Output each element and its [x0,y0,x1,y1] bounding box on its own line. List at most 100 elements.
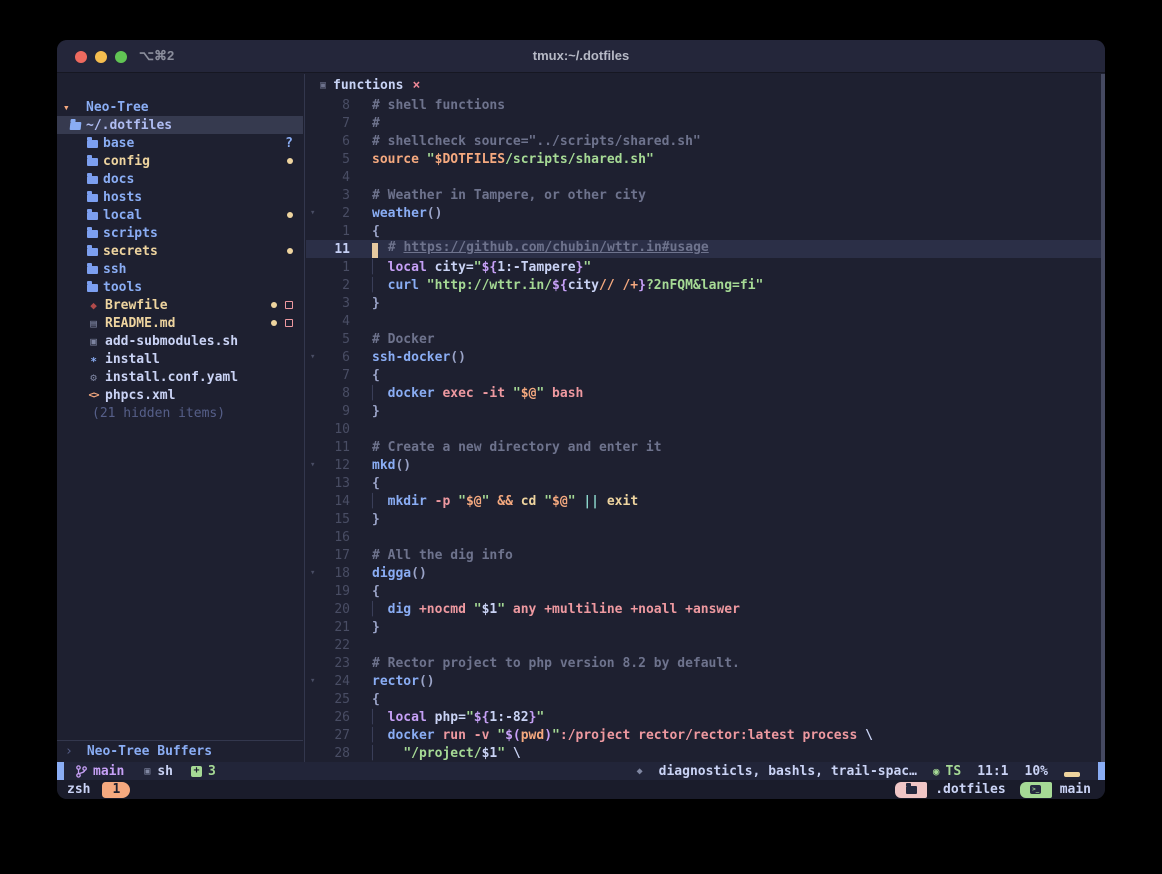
code-line-25[interactable]: 16 [306,528,1105,546]
code-line-13[interactable]: 4 [306,312,1105,330]
code-line-7[interactable]: ▾2weather() [306,204,1105,222]
tree-item-scripts[interactable]: scripts [57,224,303,242]
line-text: { [372,584,380,599]
code-line-22[interactable]: 13 { [306,474,1105,492]
line-text: } [372,404,380,419]
line-text: } [372,620,380,635]
fold-chevron-icon[interactable]: ▾ [306,352,320,362]
modified-dot-badge [287,212,293,218]
tree-item-install-conf-yaml[interactable]: ⚙install.conf.yaml [57,368,303,386]
code-line-16[interactable]: 7{ [306,366,1105,384]
tree-item-badges [287,158,293,164]
code-line-17[interactable]: 8▏ docker exec -it "$@" bash [306,384,1105,402]
tree-item-neo-tree[interactable]: ▾Neo-Tree [57,98,303,116]
scrollbar[interactable] [1101,74,1105,762]
code-line-35[interactable]: 26▏ local php="${1:-82}" [306,708,1105,726]
line-text: ▏ docker exec -it "$@" bash [372,386,583,401]
diff-added-icon: + [191,766,202,777]
tree-item-tools[interactable]: tools [57,278,303,296]
code-line-24[interactable]: 15} [306,510,1105,528]
code-line-9[interactable]: 11 # https://github.com/chubin/wttr.in#u… [306,240,1105,258]
line-number: 18 [320,566,350,581]
code-line-37[interactable]: 28▏ "/project/$1" \ [306,744,1105,762]
tree-item-readme-md[interactable]: ▤README.md [57,314,303,332]
code-line-34[interactable]: 25{ [306,690,1105,708]
fold-chevron-icon[interactable]: ▾ [306,568,320,578]
code-line-12[interactable]: 3} [306,294,1105,312]
fold-chevron-icon[interactable]: ▾ [306,460,320,470]
code-line-23[interactable]: 14▏ mkdir -p "$@" && cd "$@" || exit [306,492,1105,510]
code-line-11[interactable]: 2▏ curl "http://wttr.in/${city// /+}?2nF… [306,276,1105,294]
line-text: # Docker [372,332,435,347]
code-line-10[interactable]: 1▏ local city="${1:-Tampere}" [306,258,1105,276]
code-line-18[interactable]: 9} [306,402,1105,420]
line-text: # https://github.com/chubin/wttr.in#usag… [372,240,709,258]
tree-item-label: Brewfile [105,298,168,313]
close-buffer-icon[interactable]: × [412,78,420,93]
line-text: ▏ docker run -v "$(pwd)":/project rector… [372,728,873,743]
code-line-32[interactable]: 23# Rector project to php version 8.2 by… [306,654,1105,672]
tree-item-add-submodules-sh[interactable]: ▣add-submodules.sh [57,332,303,350]
window-title: tmux:~/.dotfiles [57,48,1105,63]
line-number: 10 [320,422,350,437]
folder-icon [87,140,98,148]
tree-item-config[interactable]: config [57,152,303,170]
fold-chevron-icon[interactable]: ▾ [306,676,320,686]
diff-added-count: 3 [208,764,216,779]
modified-dot-badge [287,248,293,254]
tree-item-hosts[interactable]: hosts [57,188,303,206]
tree-item-install[interactable]: ∗install [57,350,303,368]
code-line-30[interactable]: 21} [306,618,1105,636]
code-line-26[interactable]: 17# All the dig info [306,546,1105,564]
tree-item-21-hidden-items[interactable]: (21 hidden items) [57,404,303,422]
code-line-1[interactable]: 8# shell functions [306,96,1105,114]
code-line-2[interactable]: 7# [306,114,1105,132]
sidebar-item-buffers[interactable]: › Neo-Tree Buffers [57,740,303,762]
code-line-15[interactable]: ▾6ssh-docker() [306,348,1105,366]
code-line-4[interactable]: 5source "$DOTFILES/scripts/shared.sh" [306,150,1105,168]
line-number: 17 [320,548,350,563]
code-line-29[interactable]: 20▏ dig +nocmd "$1" any +multiline +noal… [306,600,1105,618]
tree-item-label: install.conf.yaml [105,370,238,385]
line-text: { [372,476,380,491]
code-line-21[interactable]: ▾12mkd() [306,456,1105,474]
tree-item-ssh[interactable]: ssh [57,260,303,278]
code-line-19[interactable]: 10 [306,420,1105,438]
code-line-33[interactable]: ▾24rector() [306,672,1105,690]
code-line-31[interactable]: 22 [306,636,1105,654]
code-line-20[interactable]: 11# Create a new directory and enter it [306,438,1105,456]
line-text: # shell functions [372,98,505,113]
tree-item-secrets[interactable]: secrets [57,242,303,260]
tree-item-docs[interactable]: docs [57,170,303,188]
tree-item-local[interactable]: local [57,206,303,224]
tree-item-label: base [103,136,134,151]
code-line-8[interactable]: 1{ [306,222,1105,240]
code-line-28[interactable]: 19 { [306,582,1105,600]
tmux-path-chip [895,782,927,798]
code-line-14[interactable]: 5# Docker [306,330,1105,348]
code-area[interactable]: 8# shell functions7#6# shellcheck source… [306,96,1105,762]
code-line-3[interactable]: 6# shellcheck source="../scripts/shared.… [306,132,1105,150]
code-line-5[interactable]: 4 [306,168,1105,186]
line-number: 22 [320,638,350,653]
buffer-tab[interactable]: ▣ functions × [306,74,1105,96]
line-number: 25 [320,692,350,707]
code-line-36[interactable]: 27▏ docker run -v "$(pwd)":/project rect… [306,726,1105,744]
tree-item-base[interactable]: base? [57,134,303,152]
tree-item-phpcs-xml[interactable]: <>phpcs.xml [57,386,303,404]
tree-item-label: docs [103,172,134,187]
line-text: ▏ dig +nocmd "$1" any +multiline +noall … [372,602,740,617]
line-text: { [372,368,380,383]
code-line-27[interactable]: ▾18digga() [306,564,1105,582]
line-number: 4 [320,314,350,329]
tree-item-brewfile[interactable]: ◆Brewfile [57,296,303,314]
fold-chevron-icon[interactable]: ▾ [306,208,320,218]
code-line-6[interactable]: 3# Weather in Tampere, or other city [306,186,1105,204]
lsp-icon: ◆ [637,766,643,777]
tree-item-dotfiles[interactable]: ~/.dotfiles [57,116,303,134]
titlebar: ⌥⌘2 tmux:~/.dotfiles [57,40,1105,73]
line-number: 13 [320,476,350,491]
line-number: 19 [320,584,350,599]
tree-item-badges [287,248,293,254]
tmux-window-badge[interactable]: 1 [102,782,130,798]
